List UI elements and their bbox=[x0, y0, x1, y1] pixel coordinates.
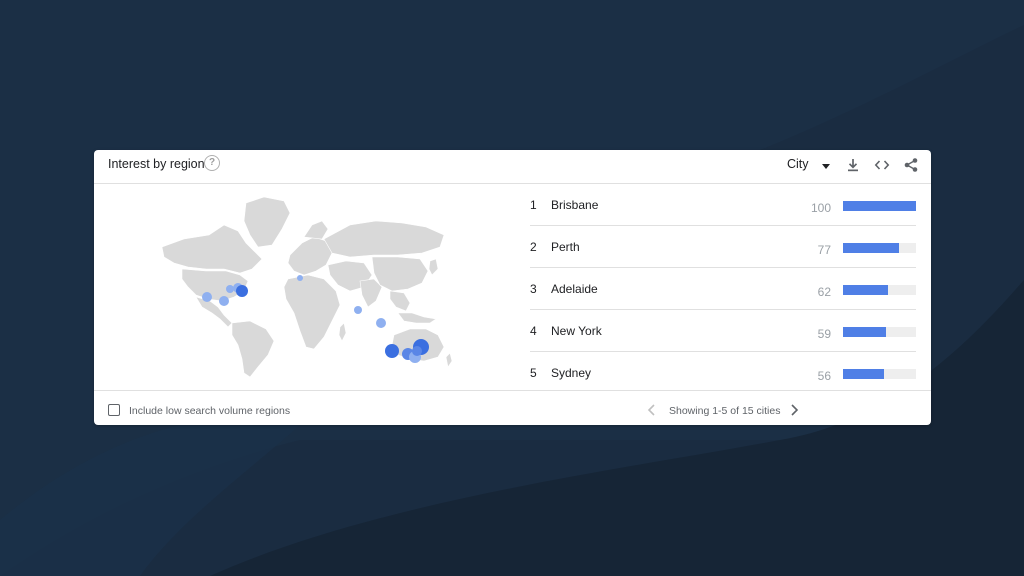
map-india bbox=[359, 278, 383, 308]
region-score: 56 bbox=[817, 369, 831, 383]
region-bar-fill bbox=[843, 285, 889, 295]
resolution-dropdown-value: City bbox=[787, 157, 809, 171]
map-marker bbox=[202, 292, 212, 302]
chevron-left-icon[interactable] bbox=[646, 403, 658, 417]
map-marker bbox=[354, 306, 362, 314]
region-bar-fill bbox=[843, 327, 887, 337]
download-icon[interactable] bbox=[845, 157, 861, 173]
region-score: 100 bbox=[810, 201, 831, 215]
map-south-america bbox=[231, 320, 275, 378]
share-icon[interactable] bbox=[903, 157, 919, 173]
card-footer: Include low search volume regions Showin… bbox=[94, 390, 931, 425]
region-list: 1 Brisbane 100 2 Perth 77 3 Adelaide 62 … bbox=[530, 184, 916, 393]
region-name: Sydney bbox=[551, 366, 592, 380]
interest-by-region-card: Interest by region ? City 1 Brisbane 100… bbox=[94, 150, 931, 425]
map-madagascar bbox=[338, 322, 347, 342]
region-row[interactable]: 4 New York 59 bbox=[530, 310, 916, 352]
card-title: Interest by region bbox=[108, 157, 205, 171]
map-southeast-asia bbox=[389, 290, 411, 312]
region-row[interactable]: 2 Perth 77 bbox=[530, 226, 916, 268]
map-marker bbox=[385, 344, 399, 358]
region-score: 77 bbox=[817, 243, 831, 257]
map-marker bbox=[236, 285, 248, 297]
region-bar-fill bbox=[843, 243, 900, 253]
map-marker bbox=[376, 318, 386, 328]
region-bar-track bbox=[843, 243, 916, 253]
pager-text: Showing 1-5 of 15 cities bbox=[669, 405, 781, 417]
region-name: New York bbox=[551, 324, 602, 338]
chevron-right-icon[interactable] bbox=[788, 403, 800, 417]
region-score: 59 bbox=[817, 327, 831, 341]
map-new-zealand bbox=[445, 352, 453, 368]
map-scandinavia bbox=[303, 220, 329, 240]
resolution-dropdown[interactable]: City bbox=[787, 156, 833, 176]
map-indonesia bbox=[397, 312, 437, 324]
map-russia bbox=[323, 220, 445, 258]
map-marker bbox=[297, 275, 303, 281]
card-header: Interest by region ? City bbox=[94, 150, 931, 184]
map-japan bbox=[428, 258, 439, 276]
region-bar-track bbox=[843, 327, 916, 337]
region-rank: 2 bbox=[530, 240, 537, 254]
map-marker bbox=[219, 296, 229, 306]
map-north-america-north bbox=[161, 224, 263, 274]
map-europe bbox=[287, 236, 333, 276]
region-name: Brisbane bbox=[551, 198, 599, 212]
help-icon[interactable]: ? bbox=[204, 155, 220, 171]
region-bar-track bbox=[843, 369, 916, 379]
region-name: Adelaide bbox=[551, 282, 598, 296]
low-volume-checkbox-label[interactable]: Include low search volume regions bbox=[129, 405, 290, 417]
map-marker bbox=[412, 346, 422, 356]
caret-down-icon bbox=[822, 164, 830, 169]
embed-code-icon[interactable] bbox=[874, 157, 890, 173]
region-bar-track bbox=[843, 201, 916, 211]
region-bar-fill bbox=[843, 369, 884, 379]
region-rank: 4 bbox=[530, 324, 537, 338]
region-row[interactable]: 5 Sydney 56 bbox=[530, 352, 916, 393]
low-volume-checkbox[interactable] bbox=[108, 404, 120, 416]
region-rank: 3 bbox=[530, 282, 537, 296]
map-greenland bbox=[243, 196, 291, 248]
world-map[interactable] bbox=[154, 195, 454, 380]
region-name: Perth bbox=[551, 240, 580, 254]
region-row[interactable]: 3 Adelaide 62 bbox=[530, 268, 916, 310]
region-rank: 1 bbox=[530, 198, 537, 212]
map-marker bbox=[226, 285, 234, 293]
region-rank: 5 bbox=[530, 366, 537, 380]
region-row[interactable]: 1 Brisbane 100 bbox=[530, 184, 916, 226]
region-score: 62 bbox=[817, 285, 831, 299]
region-bar-track bbox=[843, 285, 916, 295]
region-bar-fill bbox=[843, 201, 916, 211]
map-africa bbox=[283, 274, 341, 350]
